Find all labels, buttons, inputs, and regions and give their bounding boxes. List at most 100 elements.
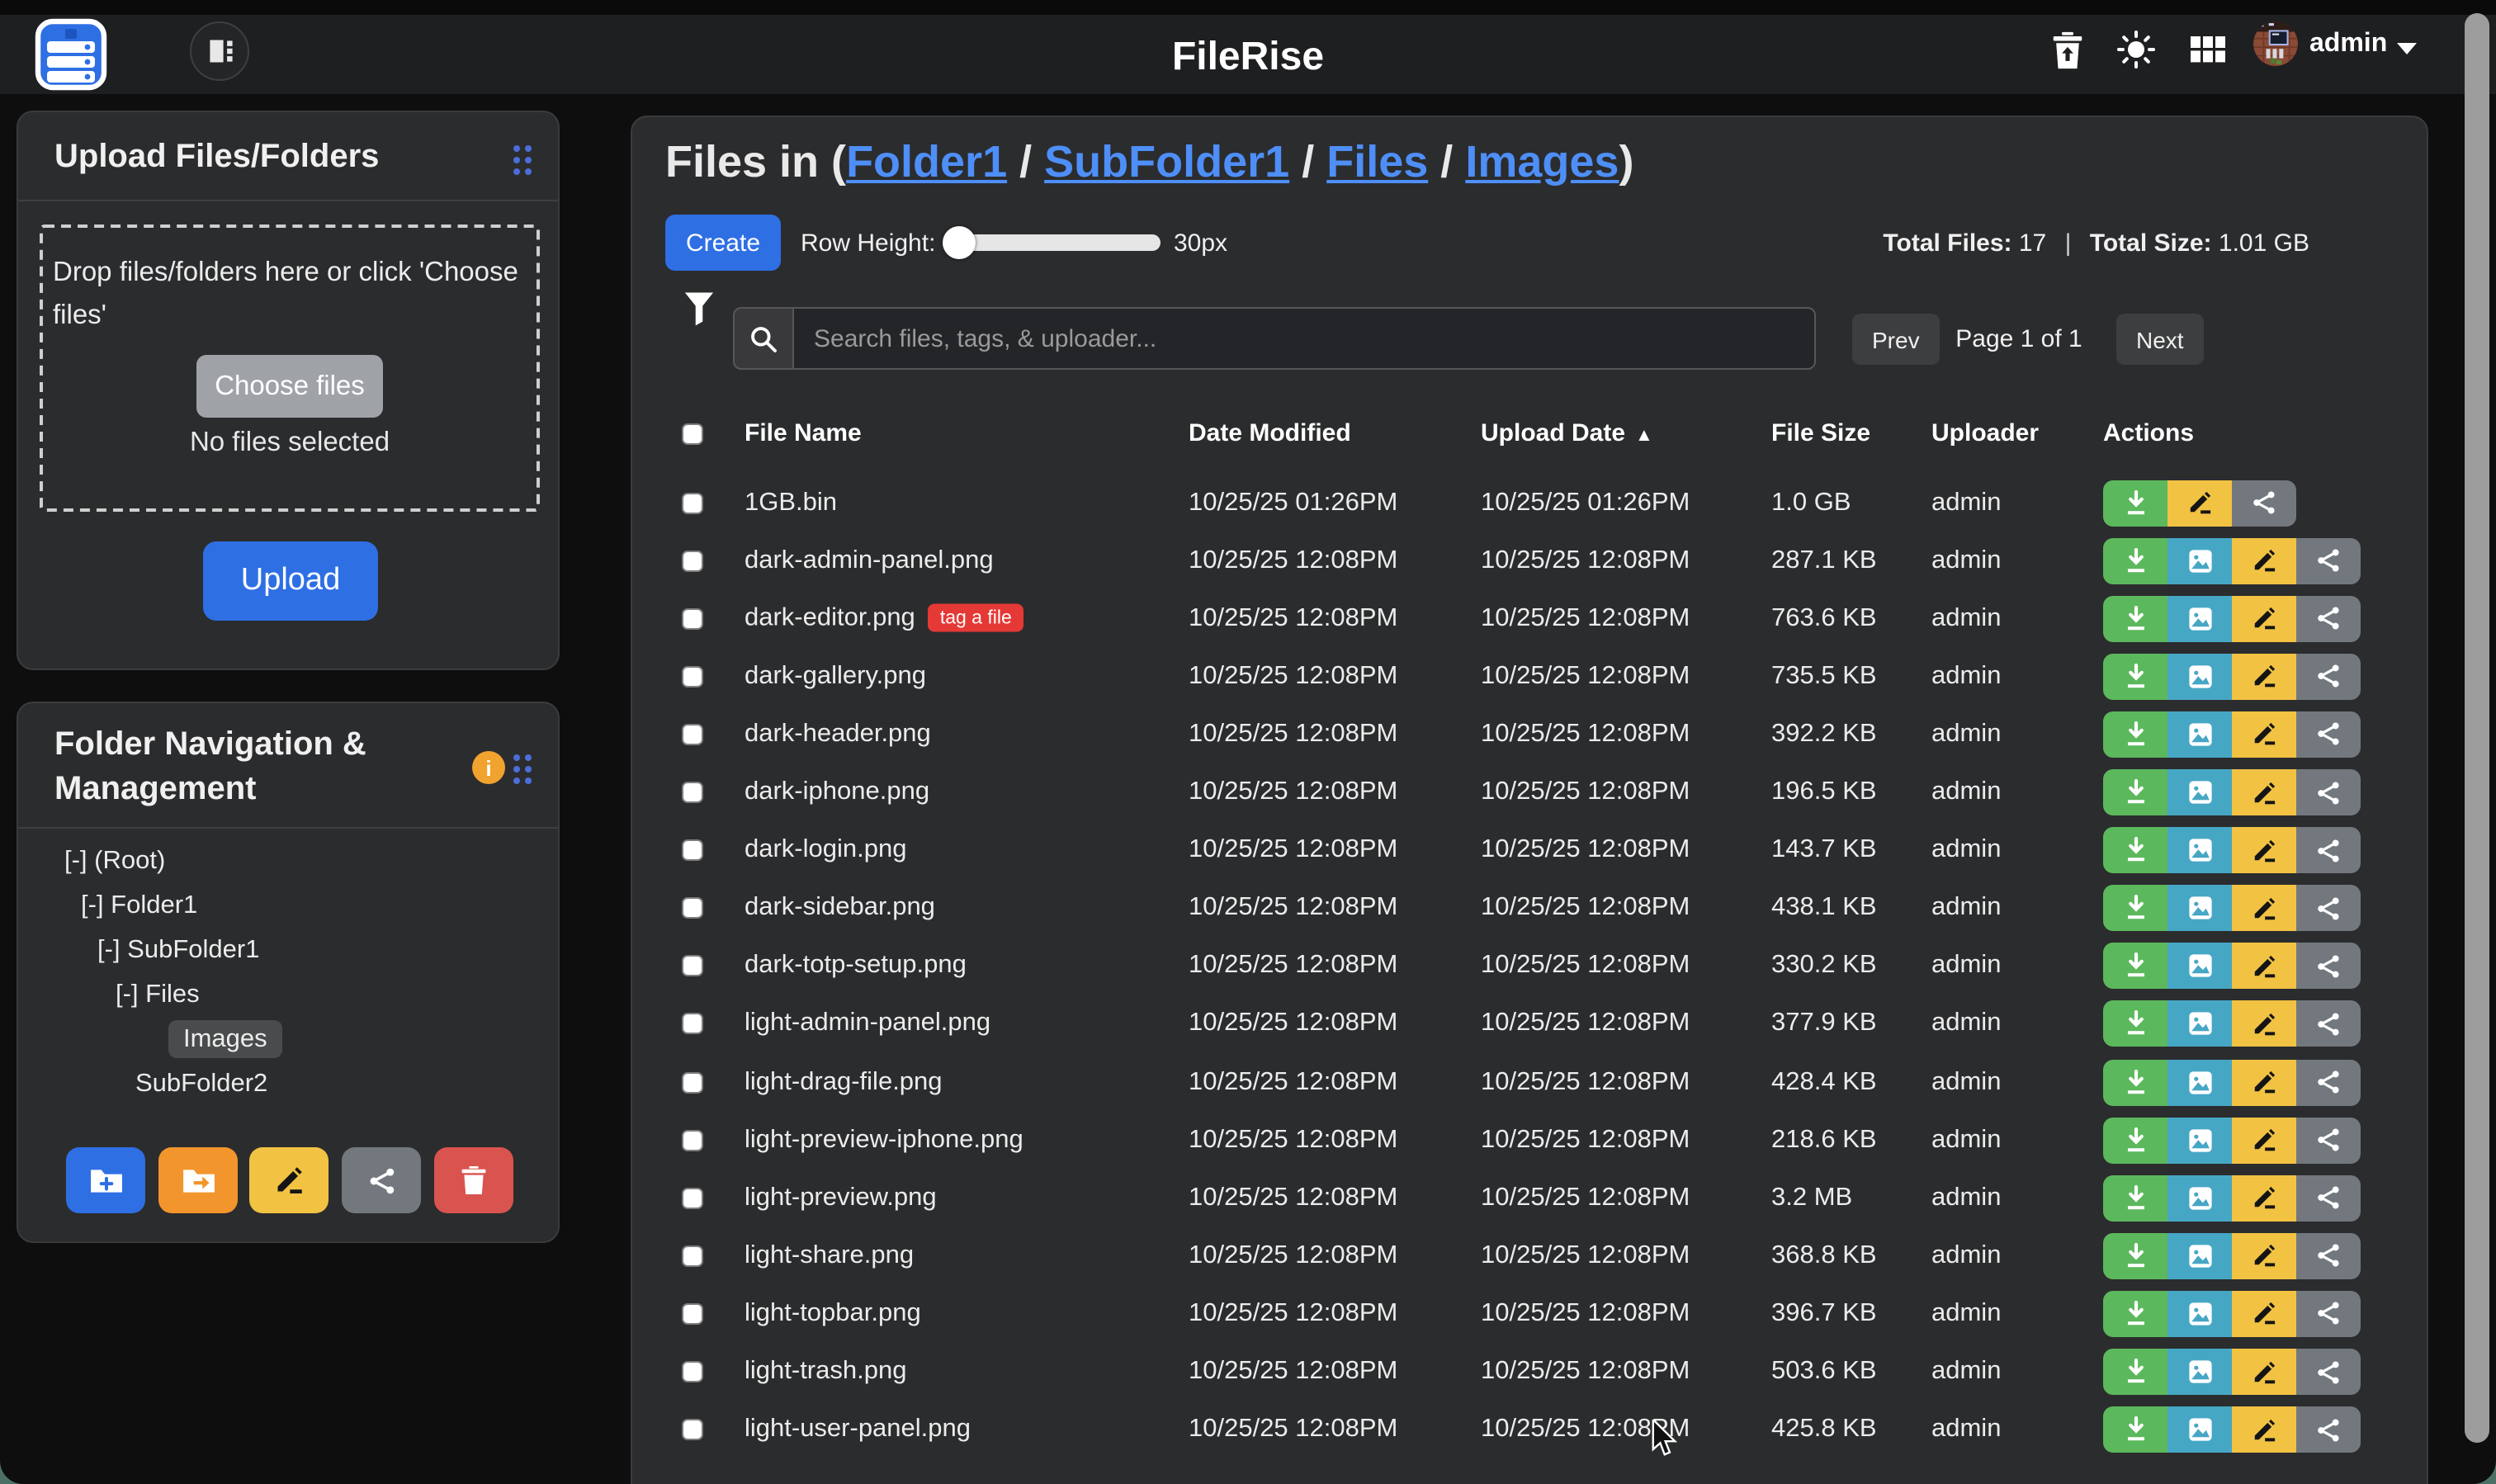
tag-badge[interactable]: tag a file xyxy=(929,604,1023,632)
download-button[interactable] xyxy=(2103,943,2167,990)
row-checkbox[interactable] xyxy=(682,666,703,688)
edit-button[interactable] xyxy=(2232,537,2296,584)
file-name[interactable]: 1GB.bin xyxy=(745,488,837,518)
tree-item-subfolder2[interactable]: SubFolder2 xyxy=(18,1061,561,1106)
tree-item-subfolder1[interactable]: [-] SubFolder1 xyxy=(18,928,561,972)
breadcrumb-link-subfolder1[interactable]: SubFolder1 xyxy=(1044,137,1289,187)
share-button[interactable] xyxy=(2296,654,2361,700)
create-folder-button[interactable] xyxy=(66,1147,145,1213)
breadcrumb-link-files[interactable]: Files xyxy=(1326,137,1428,187)
row-checkbox[interactable] xyxy=(682,839,703,861)
download-button[interactable] xyxy=(2103,1059,2167,1105)
row-checkbox[interactable] xyxy=(682,1361,703,1382)
file-name[interactable]: dark-iphone.png xyxy=(745,777,929,807)
download-button[interactable] xyxy=(2103,1406,2167,1453)
edit-button[interactable] xyxy=(2232,885,2296,931)
column-header-file-size[interactable]: File Size xyxy=(1771,419,1870,447)
share-button[interactable] xyxy=(2296,595,2361,641)
row-checkbox[interactable] xyxy=(682,607,703,629)
user-avatar[interactable] xyxy=(2253,21,2298,66)
preview-button[interactable] xyxy=(2167,769,2232,815)
edit-button[interactable] xyxy=(2232,769,2296,815)
share-button[interactable] xyxy=(2296,885,2361,931)
download-button[interactable] xyxy=(2103,711,2167,758)
share-button[interactable] xyxy=(2296,1174,2361,1221)
download-button[interactable] xyxy=(2103,537,2167,584)
row-checkbox[interactable] xyxy=(682,956,703,977)
tree-item-root[interactable]: [-] (Root) xyxy=(18,839,561,883)
filter-icon[interactable] xyxy=(683,291,715,327)
theme-sun-icon[interactable] xyxy=(2116,30,2156,69)
share-button[interactable] xyxy=(2296,1233,2361,1279)
download-button[interactable] xyxy=(2103,1233,2167,1279)
breadcrumb-link-folder1[interactable]: Folder1 xyxy=(846,137,1007,187)
file-name[interactable]: light-preview.png xyxy=(745,1183,937,1212)
preview-button[interactable] xyxy=(2167,537,2232,584)
share-button[interactable] xyxy=(2296,1291,2361,1337)
tree-item-images[interactable]: Images xyxy=(18,1017,561,1061)
preview-button[interactable] xyxy=(2167,1117,2232,1163)
share-button[interactable] xyxy=(2232,480,2296,526)
breadcrumb-link-images[interactable]: Images xyxy=(1465,137,1619,187)
row-height-slider[interactable] xyxy=(949,234,1161,251)
tree-item-folder1[interactable]: [-] Folder1 xyxy=(18,883,561,928)
preview-button[interactable] xyxy=(2167,1291,2232,1337)
file-name[interactable]: dark-gallery.png xyxy=(745,662,926,692)
preview-button[interactable] xyxy=(2167,943,2232,990)
row-checkbox[interactable] xyxy=(682,1071,703,1093)
edit-button[interactable] xyxy=(2232,1001,2296,1047)
preview-button[interactable] xyxy=(2167,1001,2232,1047)
page-scrollbar-thumb[interactable] xyxy=(2465,13,2489,1443)
preview-button[interactable] xyxy=(2167,1233,2232,1279)
share-button[interactable] xyxy=(2296,711,2361,758)
download-button[interactable] xyxy=(2103,480,2167,526)
share-button[interactable] xyxy=(2296,1406,2361,1453)
apps-grid-icon[interactable] xyxy=(2187,30,2227,69)
edit-button[interactable] xyxy=(2167,480,2232,526)
edit-button[interactable] xyxy=(2232,1117,2296,1163)
row-checkbox[interactable] xyxy=(682,1014,703,1035)
file-name[interactable]: light-drag-file.png xyxy=(745,1067,943,1097)
file-name[interactable]: light-admin-panel.png xyxy=(745,1009,990,1039)
preview-button[interactable] xyxy=(2167,1349,2232,1395)
edit-button[interactable] xyxy=(2232,1406,2296,1453)
row-checkbox[interactable] xyxy=(682,492,703,513)
edit-button[interactable] xyxy=(2232,1174,2296,1221)
row-checkbox[interactable] xyxy=(682,1129,703,1151)
preview-button[interactable] xyxy=(2167,654,2232,700)
file-name[interactable]: dark-sidebar.png xyxy=(745,893,935,923)
preview-button[interactable] xyxy=(2167,827,2232,873)
row-checkbox[interactable] xyxy=(682,1419,703,1440)
download-button[interactable] xyxy=(2103,769,2167,815)
download-button[interactable] xyxy=(2103,1291,2167,1337)
share-button[interactable] xyxy=(2296,1349,2361,1395)
edit-button[interactable] xyxy=(2232,1349,2296,1395)
file-name[interactable]: dark-totp-setup.png xyxy=(745,952,967,981)
download-button[interactable] xyxy=(2103,1174,2167,1221)
share-button[interactable] xyxy=(2296,827,2361,873)
download-button[interactable] xyxy=(2103,885,2167,931)
delete-folder-button[interactable] xyxy=(434,1147,513,1213)
edit-button[interactable] xyxy=(2232,827,2296,873)
edit-button[interactable] xyxy=(2232,654,2296,700)
edit-button[interactable] xyxy=(2232,1291,2296,1337)
edit-button[interactable] xyxy=(2232,711,2296,758)
caret-down-icon[interactable] xyxy=(2397,43,2417,54)
next-page-button[interactable]: Next xyxy=(2116,314,2204,365)
preview-button[interactable] xyxy=(2167,885,2232,931)
file-name[interactable]: light-share.png xyxy=(745,1241,914,1271)
download-button[interactable] xyxy=(2103,1001,2167,1047)
file-name[interactable]: light-topbar.png xyxy=(745,1299,921,1329)
download-button[interactable] xyxy=(2103,595,2167,641)
download-button[interactable] xyxy=(2103,1349,2167,1395)
tree-item-files[interactable]: [-] Files xyxy=(18,972,561,1017)
search-input[interactable] xyxy=(792,307,1816,370)
row-checkbox[interactable] xyxy=(682,897,703,919)
preview-button[interactable] xyxy=(2167,1174,2232,1221)
edit-button[interactable] xyxy=(2232,1059,2296,1105)
info-icon[interactable]: i xyxy=(472,751,505,784)
share-button[interactable] xyxy=(2296,1059,2361,1105)
file-name[interactable]: light-trash.png xyxy=(745,1357,906,1387)
share-button[interactable] xyxy=(2296,1117,2361,1163)
preview-button[interactable] xyxy=(2167,595,2232,641)
